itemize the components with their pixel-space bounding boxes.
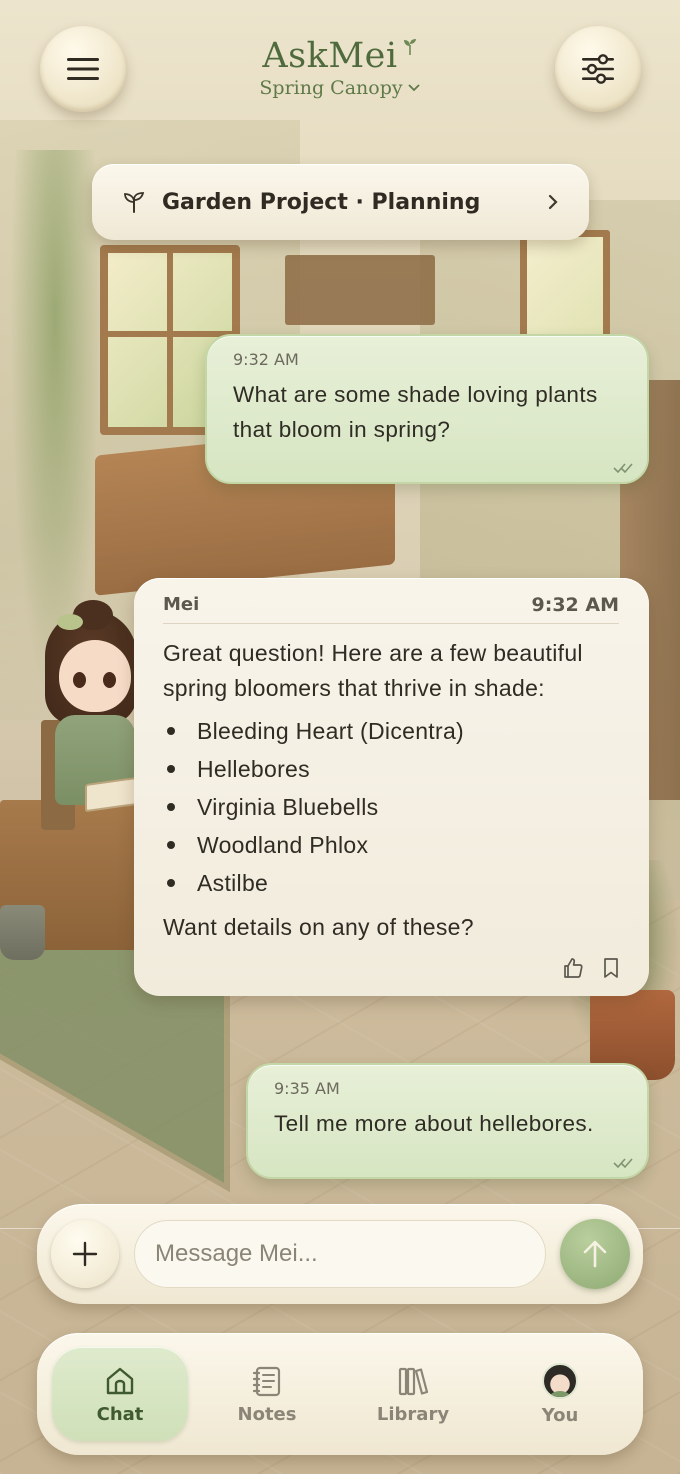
notes-icon [252,1366,281,1396]
read-receipt-icon [613,1158,633,1169]
tab-notes[interactable]: Notes [199,1347,335,1441]
theme-selector[interactable]: Spring Canopy [259,77,420,99]
avatar [542,1362,578,1399]
send-button[interactable] [560,1219,630,1289]
theme-name: Spring Canopy [259,77,403,99]
message-text: Tell me more about hellebores. [274,1111,594,1136]
library-icon [398,1367,429,1395]
settings-button[interactable] [555,26,641,112]
sender-name: Mei [163,594,200,615]
sprout-icon [124,192,145,213]
list-item: Bleeding Heart (Dicentra) [163,712,619,750]
assistant-message[interactable]: Mei 9:32 AM Great question! Here are a f… [134,578,649,996]
tab-label: You [541,1404,579,1426]
message-composer [37,1204,643,1304]
user-message[interactable]: 9:35 AM Tell me more about hellebores. [246,1063,649,1179]
list-item: Astilbe [163,864,619,902]
attach-button[interactable] [51,1220,119,1288]
arrow-up-icon [583,1240,607,1268]
chevron-down-icon [407,84,420,92]
message-outro: Want details on any of these? [163,914,474,940]
plus-icon [72,1241,98,1267]
chevron-right-icon [548,194,558,210]
message-input[interactable] [134,1220,546,1288]
bottom-nav: Chat Notes Library You [37,1333,643,1455]
list-item: Hellebores [163,750,619,788]
tab-label: Chat [96,1403,144,1425]
hamburger-menu-icon [67,58,99,80]
message-time: 9:35 AM [274,1079,340,1098]
plant-list: Bleeding Heart (Dicentra) Hellebores Vir… [163,712,619,902]
message-time: 9:32 AM [233,350,299,369]
app-brand: AskMei Spring Canopy [190,36,490,99]
read-receipt-icon [613,463,633,474]
thumbs-up-icon[interactable] [561,956,585,980]
tab-library[interactable]: Library [345,1347,481,1441]
list-item: Woodland Phlox [163,826,619,864]
bookmark-icon[interactable] [599,956,623,980]
tab-you[interactable]: You [492,1347,628,1441]
list-item: Virginia Bluebells [163,788,619,826]
leaf-icon [402,38,418,60]
tab-label: Library [376,1403,450,1425]
message-intro: Great question! Here are a few beautiful… [163,640,583,701]
project-selector[interactable]: Garden Project · Planning [92,164,589,240]
message-text: What are some shade loving plants that b… [233,382,598,442]
user-message[interactable]: 9:32 AM What are some shade loving plant… [205,334,649,484]
project-label: Garden Project · Planning [162,189,481,215]
tab-label: Notes [237,1403,297,1425]
menu-button[interactable] [40,26,126,112]
sliders-icon [582,54,614,84]
tab-chat[interactable]: Chat [52,1347,188,1441]
message-time: 9:32 AM [531,593,620,616]
mei-character [41,600,145,830]
home-icon [106,1367,134,1394]
app-title: AskMei [262,36,398,76]
